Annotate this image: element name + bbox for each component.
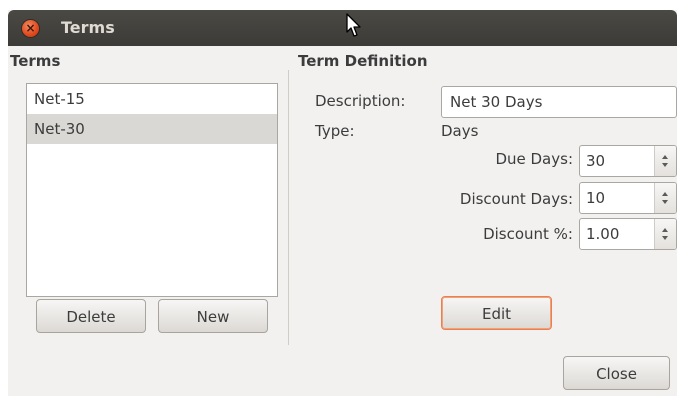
terms-heading: Terms — [10, 52, 61, 70]
terms-list[interactable]: Net-15 Net-30 — [26, 83, 278, 297]
due-days-value[interactable]: 30 — [580, 146, 654, 176]
title-bar[interactable]: × Terms — [8, 10, 677, 46]
list-item-net-30[interactable]: Net-30 — [27, 114, 277, 144]
terms-dialog: × Terms Terms Net-15 Net-30 Delete New T… — [8, 10, 677, 396]
chevron-down-icon[interactable] — [662, 236, 668, 240]
term-definition-heading: Term Definition — [298, 52, 428, 70]
discount-days-stepper-arrows[interactable] — [654, 183, 676, 213]
type-value: Days — [441, 122, 479, 140]
discount-days-value[interactable]: 10 — [580, 183, 654, 213]
chevron-up-icon[interactable] — [662, 155, 668, 159]
chevron-down-icon[interactable] — [662, 163, 668, 167]
close-button[interactable]: Close — [563, 356, 670, 390]
description-label: Description: — [315, 92, 406, 110]
description-field[interactable]: Net 30 Days — [441, 86, 677, 118]
chevron-up-icon[interactable] — [662, 192, 668, 196]
edit-button[interactable]: Edit — [441, 296, 552, 330]
new-button[interactable]: New — [158, 299, 268, 333]
mouse-pointer-icon — [346, 13, 361, 37]
list-item-net-15[interactable]: Net-15 — [27, 84, 277, 114]
close-icon: × — [25, 21, 36, 35]
chevron-up-icon[interactable] — [662, 228, 668, 232]
chevron-down-icon[interactable] — [662, 200, 668, 204]
due-days-stepper-arrows[interactable] — [654, 146, 676, 176]
discount-percent-stepper[interactable]: 1.00 — [579, 218, 677, 250]
due-days-stepper[interactable]: 30 — [579, 145, 677, 177]
discount-percent-value[interactable]: 1.00 — [580, 219, 654, 249]
type-label: Type: — [315, 122, 355, 140]
due-days-label: Due Days: — [495, 150, 573, 168]
window-title: Terms — [61, 18, 115, 37]
delete-button[interactable]: Delete — [36, 299, 146, 333]
discount-percent-label: Discount %: — [483, 225, 573, 243]
discount-days-label: Discount Days: — [459, 190, 573, 208]
discount-percent-stepper-arrows[interactable] — [654, 219, 676, 249]
discount-days-stepper[interactable]: 10 — [579, 182, 677, 214]
close-window-button[interactable]: × — [22, 20, 39, 37]
panel-divider — [288, 70, 289, 345]
